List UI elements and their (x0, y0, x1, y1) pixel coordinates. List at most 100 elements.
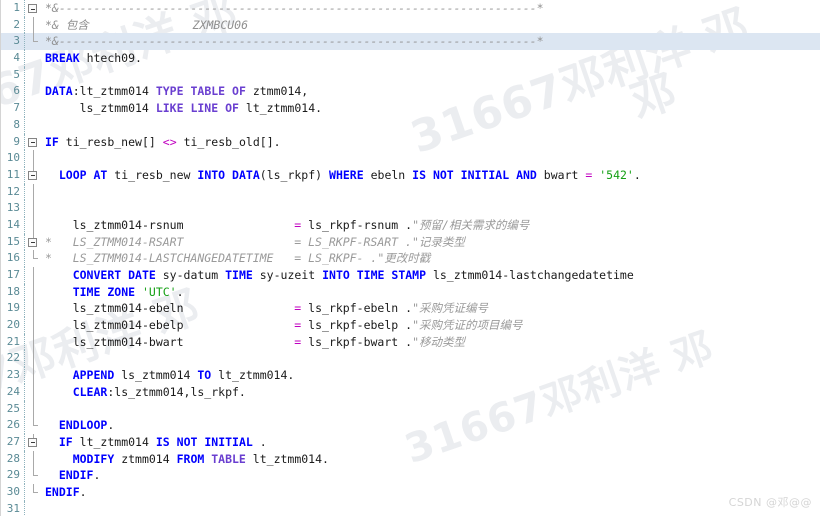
code-line[interactable]: 2 *& 包含 ZXMBCU06 (1, 16, 820, 34)
line-number[interactable]: 24 (1, 383, 25, 401)
code-text[interactable]: MODIFY ztmm014 FROM TABLE lt_ztmm014. (43, 451, 820, 468)
code-text[interactable]: TIME ZONE 'UTC'. (43, 284, 820, 301)
code-line[interactable]: 28 MODIFY ztmm014 FROM TABLE lt_ztmm014. (1, 450, 820, 468)
code-line[interactable]: 29 ENDIF. (1, 467, 820, 484)
fold-margin[interactable] (25, 333, 43, 351)
line-number[interactable]: 1 (1, 0, 25, 17)
code-line[interactable]: 10 (1, 150, 820, 167)
code-text[interactable]: CONVERT DATE sy-datum TIME sy-uzeit INTO… (43, 267, 820, 284)
code-line[interactable]: 19 ls_ztmm014-ebeln = ls_rkpf-ebeln ."采购… (1, 300, 820, 318)
fold-margin[interactable] (25, 16, 43, 34)
line-number[interactable]: 20 (1, 317, 25, 334)
fold-margin[interactable] (25, 433, 43, 451)
line-number[interactable]: 23 (1, 367, 25, 384)
line-number[interactable]: 12 (1, 183, 25, 201)
code-line[interactable]: 31 (1, 500, 820, 516)
code-line[interactable]: 17 CONVERT DATE sy-datum TIME sy-uzeit I… (1, 267, 820, 284)
line-number[interactable]: 4 (1, 50, 25, 67)
code-text[interactable]: DATA:lt_ztmm014 TYPE TABLE OF ztmm014, (43, 83, 820, 100)
fold-margin[interactable] (25, 50, 43, 67)
fold-margin[interactable] (25, 300, 43, 318)
fold-toggle-icon[interactable] (28, 437, 37, 447)
code-text[interactable]: ls_ztmm014-bwart = ls_rkpf-bwart ."移动类型 (43, 334, 820, 351)
fold-margin[interactable] (25, 417, 43, 434)
code-lines-container[interactable]: 1 *&-------------------------------------… (1, 0, 820, 516)
fold-margin[interactable] (25, 350, 43, 368)
code-text[interactable]: *&--------------------------------------… (43, 33, 820, 50)
code-text[interactable]: * LS_ZTMM014-RSART = LS_RKPF-RSART ."记录类… (43, 234, 820, 251)
code-text[interactable]: * LS_ZTMM014-LASTCHANGEDATETIME = LS_RKP… (43, 250, 820, 267)
fold-margin[interactable] (25, 467, 43, 484)
code-line[interactable]: 9 IF ti_resb_new[] <> ti_resb_old[]. (1, 133, 820, 151)
fold-margin[interactable] (25, 233, 43, 251)
line-number[interactable]: 10 (1, 150, 25, 167)
fold-margin[interactable] (25, 267, 43, 284)
code-line[interactable]: 20 ls_ztmm014-ebelp = ls_rkpf-ebelp ."采购… (1, 317, 820, 334)
fold-margin[interactable] (25, 317, 43, 334)
code-line[interactable]: 3 *&-------------------------------------… (1, 33, 820, 51)
code-line[interactable]: 26 ENDLOOP. (1, 417, 820, 434)
line-number[interactable]: 9 (1, 133, 25, 151)
fold-margin[interactable] (25, 367, 43, 384)
line-number[interactable]: 16 (1, 250, 25, 267)
fold-margin[interactable] (25, 483, 43, 501)
code-line[interactable]: 7 ls_ztmm014 LIKE LINE OF lt_ztmm014. (1, 100, 820, 117)
code-editor[interactable]: 67邓利洋 邓 31667邓利洋 邓 7邓利洋 邓 31667邓利洋 邓 邓 1… (0, 0, 820, 516)
line-number[interactable]: 19 (1, 300, 25, 318)
line-number[interactable]: 5 (1, 66, 25, 84)
code-text[interactable]: LOOP AT ti_resb_new INTO DATA(ls_rkpf) W… (43, 167, 820, 184)
code-text[interactable]: ENDLOOP. (43, 417, 820, 434)
code-text[interactable]: ENDIF. (43, 484, 820, 501)
code-text[interactable]: ls_ztmm014-ebeln = ls_rkpf-ebeln ."采购凭证编… (43, 300, 820, 317)
code-line[interactable]: 1 *&-------------------------------------… (1, 0, 820, 17)
fold-margin[interactable] (25, 450, 43, 468)
code-line[interactable]: 18 TIME ZONE 'UTC'. (1, 283, 820, 301)
line-number[interactable]: 22 (1, 350, 25, 368)
line-number[interactable]: 31 (1, 500, 25, 516)
fold-margin[interactable] (25, 200, 43, 217)
line-number[interactable]: 30 (1, 483, 25, 501)
fold-margin[interactable] (25, 283, 43, 301)
line-number[interactable]: 8 (1, 116, 25, 134)
line-number[interactable]: 7 (1, 100, 25, 117)
code-line[interactable]: 13 (1, 200, 820, 217)
line-number[interactable]: 27 (1, 433, 25, 451)
code-line[interactable]: 30 ENDIF. (1, 483, 820, 501)
code-line[interactable]: 22 (1, 350, 820, 368)
fold-margin[interactable] (25, 250, 43, 267)
code-line[interactable]: 11 LOOP AT ti_resb_new INTO DATA(ls_rkpf… (1, 166, 820, 184)
fold-margin[interactable] (25, 100, 43, 117)
fold-margin[interactable] (25, 0, 43, 17)
fold-margin[interactable] (25, 134, 43, 151)
code-text[interactable]: ls_ztmm014-ebelp = ls_rkpf-ebelp ."采购凭证的… (43, 317, 820, 334)
line-number[interactable]: 18 (1, 283, 25, 301)
code-line[interactable]: 6 DATA:lt_ztmm014 TYPE TABLE OF ztmm014, (1, 83, 820, 101)
fold-margin[interactable] (25, 150, 43, 167)
code-line[interactable]: 14 ls_ztmm014-rsnum = ls_rkpf-rsnum ."预留… (1, 216, 820, 234)
line-number[interactable]: 14 (1, 216, 25, 234)
code-text[interactable]: CLEAR:ls_ztmm014,ls_rkpf. (43, 384, 820, 401)
fold-toggle-icon[interactable] (28, 4, 37, 13)
code-line[interactable]: 5 (1, 66, 820, 84)
code-line[interactable]: 4 BREAK htech09. (1, 50, 820, 67)
fold-margin[interactable] (25, 117, 43, 134)
code-text[interactable]: ls_ztmm014-rsnum = ls_rkpf-rsnum ."预留/相关… (43, 217, 820, 234)
line-number[interactable]: 26 (1, 417, 25, 434)
code-line[interactable]: 15 * LS_ZTMM014-RSART = LS_RKPF-RSART ."记… (1, 233, 820, 251)
line-number[interactable]: 17 (1, 267, 25, 284)
line-number[interactable]: 15 (1, 233, 25, 251)
code-text[interactable]: IF ti_resb_new[] <> ti_resb_old[]. (43, 134, 820, 151)
code-line[interactable]: 16 * LS_ZTMM014-LASTCHANGEDATETIME = LS_R… (1, 250, 820, 267)
code-text[interactable]: ls_ztmm014 LIKE LINE OF lt_ztmm014. (43, 100, 820, 117)
fold-margin[interactable] (25, 67, 43, 84)
line-number[interactable]: 13 (1, 200, 25, 217)
fold-margin[interactable] (25, 216, 43, 234)
code-text[interactable]: *& 包含 ZXMBCU06 (43, 17, 820, 34)
line-number[interactable]: 28 (1, 450, 25, 468)
fold-margin[interactable] (25, 83, 43, 100)
line-number[interactable]: 29 (1, 467, 25, 484)
code-text[interactable]: APPEND ls_ztmm014 TO lt_ztmm014. (43, 367, 820, 384)
fold-margin[interactable] (25, 33, 43, 50)
code-line[interactable]: 25 (1, 400, 820, 418)
line-number[interactable]: 11 (1, 166, 25, 184)
